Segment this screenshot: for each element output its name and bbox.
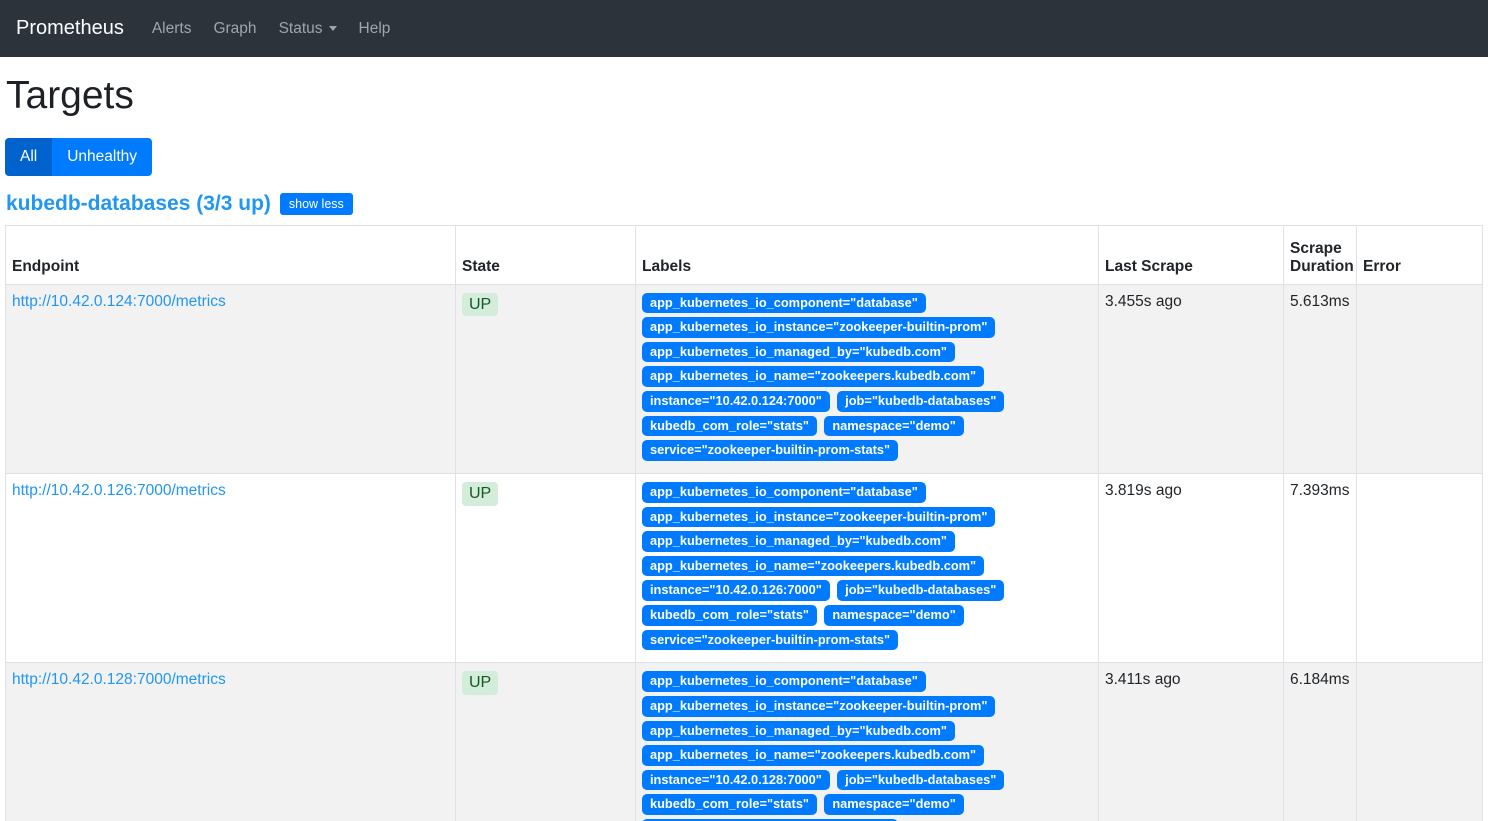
- table-header-row: Endpoint State Labels Last Scrape Scrape…: [6, 225, 1483, 284]
- col-header-error: Error: [1357, 225, 1483, 284]
- nav-item-help: Help: [351, 12, 405, 46]
- label-badge: app_kubernetes_io_instance="zookeeper-bu…: [642, 507, 995, 528]
- filter-all-button[interactable]: All: [5, 138, 52, 176]
- state-cell: UP: [456, 473, 636, 662]
- target-filter-group: All Unhealthy: [5, 138, 152, 176]
- label-badge: app_kubernetes_io_component="database": [642, 671, 926, 692]
- state-cell: UP: [456, 663, 636, 821]
- last-scrape-cell: 3.819s ago: [1099, 473, 1284, 662]
- label-badge: kubedb_com_role="stats": [642, 605, 817, 626]
- show-less-button[interactable]: show less: [280, 193, 353, 215]
- error-cell: [1357, 284, 1483, 473]
- label-badge: instance="10.42.0.124:7000": [642, 391, 830, 412]
- top-navbar: Prometheus Alerts Graph Status Help: [0, 0, 1488, 57]
- label-badge: app_kubernetes_io_name="zookeepers.kubed…: [642, 745, 984, 766]
- label-badge: namespace="demo": [824, 605, 963, 626]
- label-badge: job="kubedb-databases": [837, 391, 1004, 412]
- caret-down-icon: [329, 26, 337, 31]
- nav-link-status-label: Status: [279, 20, 323, 38]
- nav-item-status: Status: [271, 12, 351, 46]
- label-badge: service="zookeeper-builtin-prom-stats": [642, 440, 898, 461]
- label-badge: kubedb_com_role="stats": [642, 416, 817, 437]
- job-group-title-link[interactable]: kubedb-databases (3/3 up): [6, 192, 271, 216]
- targets-table: Endpoint State Labels Last Scrape Scrape…: [5, 225, 1483, 821]
- col-header-state: State: [456, 225, 636, 284]
- job-group-header: kubedb-databases (3/3 up) show less: [6, 192, 1483, 216]
- label-badge: app_kubernetes_io_managed_by="kubedb.com…: [642, 721, 955, 742]
- col-header-endpoint: Endpoint: [6, 225, 456, 284]
- endpoint-cell: http://10.42.0.128:7000/metrics: [6, 663, 456, 821]
- endpoint-link[interactable]: http://10.42.0.128:7000/metrics: [12, 671, 226, 688]
- nav-link-help[interactable]: Help: [351, 12, 399, 46]
- label-badge: app_kubernetes_io_instance="zookeeper-bu…: [642, 696, 995, 717]
- label-badge: kubedb_com_role="stats": [642, 794, 817, 815]
- brand-link[interactable]: Prometheus: [16, 17, 124, 40]
- state-up-badge: UP: [462, 293, 498, 317]
- nav-link-graph[interactable]: Graph: [205, 12, 264, 46]
- nav-menu: Alerts Graph Status Help: [144, 12, 405, 46]
- label-badge: job="kubedb-databases": [837, 580, 1004, 601]
- label-badge: instance="10.42.0.126:7000": [642, 580, 830, 601]
- label-badge: namespace="demo": [824, 794, 963, 815]
- nav-link-status-dropdown[interactable]: Status: [271, 12, 345, 46]
- col-header-last-scrape: Last Scrape: [1099, 225, 1284, 284]
- state-cell: UP: [456, 284, 636, 473]
- last-scrape-cell: 3.411s ago: [1099, 663, 1284, 821]
- state-up-badge: UP: [462, 671, 498, 695]
- last-scrape-cell: 3.455s ago: [1099, 284, 1284, 473]
- label-badge: app_kubernetes_io_component="database": [642, 293, 926, 314]
- label-badge: app_kubernetes_io_component="database": [642, 482, 926, 503]
- label-badge: service="zookeeper-builtin-prom-stats": [642, 630, 898, 651]
- col-header-labels: Labels: [636, 225, 1099, 284]
- label-badge: app_kubernetes_io_name="zookeepers.kubed…: [642, 366, 984, 387]
- filter-unhealthy-button[interactable]: Unhealthy: [52, 138, 152, 176]
- target-row: http://10.42.0.126:7000/metrics UP app_kub…: [6, 473, 1483, 662]
- target-row: http://10.42.0.128:7000/metrics UP app_kub…: [6, 663, 1483, 821]
- targets-table-body: http://10.42.0.124:7000/metrics UP app_kub…: [6, 284, 1483, 821]
- endpoint-cell: http://10.42.0.126:7000/metrics: [6, 473, 456, 662]
- targets-page: Targets All Unhealthy kubedb-databases (…: [0, 75, 1488, 821]
- nav-item-graph: Graph: [205, 12, 270, 46]
- nav-link-alerts[interactable]: Alerts: [144, 12, 200, 46]
- label-badge: app_kubernetes_io_instance="zookeeper-bu…: [642, 317, 995, 338]
- endpoint-link[interactable]: http://10.42.0.126:7000/metrics: [12, 482, 226, 499]
- label-badge: app_kubernetes_io_name="zookeepers.kubed…: [642, 556, 984, 577]
- label-badge: job="kubedb-databases": [837, 770, 1004, 791]
- endpoint-cell: http://10.42.0.124:7000/metrics: [6, 284, 456, 473]
- label-badge: app_kubernetes_io_managed_by="kubedb.com…: [642, 342, 955, 363]
- scrape-duration-cell: 5.613ms: [1284, 284, 1357, 473]
- endpoint-link[interactable]: http://10.42.0.124:7000/metrics: [12, 293, 226, 310]
- nav-link-help-label: Help: [359, 20, 391, 38]
- page-title: Targets: [6, 75, 1483, 118]
- nav-item-alerts: Alerts: [144, 12, 206, 46]
- error-cell: [1357, 473, 1483, 662]
- labels-cell: app_kubernetes_io_component="database" a…: [636, 663, 1099, 821]
- target-row: http://10.42.0.124:7000/metrics UP app_kub…: [6, 284, 1483, 473]
- error-cell: [1357, 663, 1483, 821]
- scrape-duration-cell: 6.184ms: [1284, 663, 1357, 821]
- label-badge: namespace="demo": [824, 416, 963, 437]
- label-badge: app_kubernetes_io_managed_by="kubedb.com…: [642, 531, 955, 552]
- scrape-duration-cell: 7.393ms: [1284, 473, 1357, 662]
- nav-link-alerts-label: Alerts: [152, 20, 192, 38]
- state-up-badge: UP: [462, 482, 498, 506]
- labels-cell: app_kubernetes_io_component="database" a…: [636, 284, 1099, 473]
- labels-cell: app_kubernetes_io_component="database" a…: [636, 473, 1099, 662]
- col-header-scrape-duration: Scrape Duration: [1284, 225, 1357, 284]
- nav-link-graph-label: Graph: [213, 20, 256, 38]
- label-badge: instance="10.42.0.128:7000": [642, 770, 830, 791]
